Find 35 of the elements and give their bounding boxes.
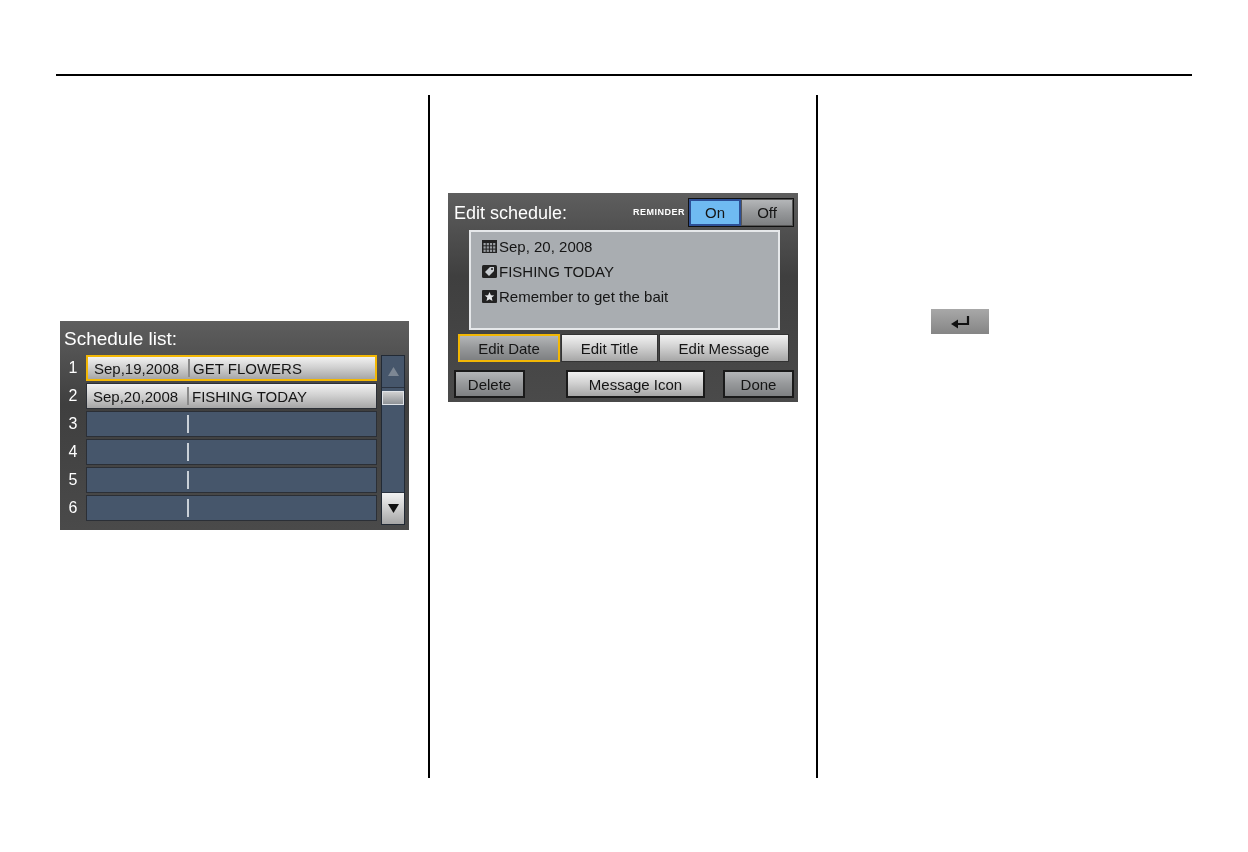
reminder-label: REMINDER: [633, 208, 685, 217]
date-text: Sep,19,2008: [94, 360, 180, 376]
row-number: 2: [67, 388, 79, 404]
scroll-thumb[interactable]: [382, 391, 404, 405]
detail-text: FISHING TODAY: [499, 264, 615, 279]
panel-title: Schedule list:: [64, 328, 177, 348]
row-number: 5: [67, 472, 79, 488]
edit-button[interactable]: Edit Date: [458, 334, 560, 362]
return-key-icon: [931, 309, 989, 334]
edit-button[interactable]: Edit Message: [659, 334, 789, 362]
date-text: Sep,20,2008: [93, 388, 179, 404]
action-button[interactable]: Delete: [454, 370, 525, 398]
row-number: 4: [67, 444, 79, 460]
calendar-icon: [482, 240, 497, 253]
reminder-option[interactable]: Off: [741, 199, 793, 226]
detail-text: Remember to get the bait: [499, 289, 669, 304]
scroll-down-button[interactable]: [382, 492, 404, 524]
triangle-up-icon: [387, 367, 399, 376]
action-button[interactable]: Done: [723, 370, 794, 398]
row-number: 3: [67, 416, 79, 432]
detail-text: Sep, 20, 2008: [499, 239, 593, 254]
schedule-row[interactable]: Sep,20,2008 FISHING TODAY: [86, 383, 377, 409]
star-icon: [482, 290, 497, 303]
triangle-down-icon: [387, 504, 399, 513]
schedule-row[interactable]: Sep,19,2008 GET FLOWERS: [86, 355, 377, 381]
tag-icon: [482, 265, 497, 278]
title-text: FISHING TODAY: [192, 388, 308, 404]
scroll-bar[interactable]: [381, 355, 405, 525]
row-number: 6: [67, 500, 79, 516]
panel-title: Edit schedule:: [454, 203, 568, 222]
reminder-option[interactable]: On: [689, 199, 741, 226]
action-button[interactable]: Message Icon: [566, 370, 705, 398]
title-text: GET FLOWERS: [193, 360, 302, 376]
edit-button[interactable]: Edit Title: [561, 334, 658, 362]
row-number: 1: [67, 360, 79, 376]
